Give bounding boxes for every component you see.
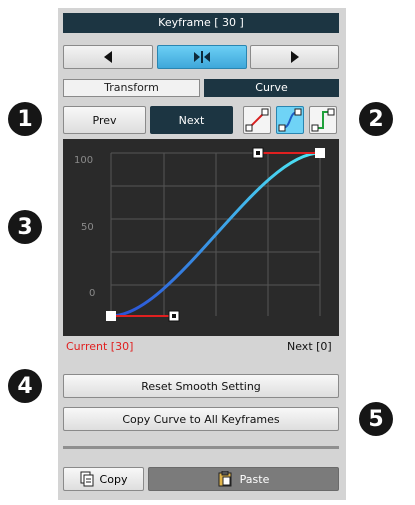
reset-smooth-button[interactable]: Reset Smooth Setting [63,374,339,398]
copy-label: Copy [99,472,128,486]
next-button[interactable]: Next [150,106,233,134]
linear-curve-button[interactable] [243,106,271,134]
y-tick-100: 100 [74,155,93,166]
start-keyframe-point[interactable] [106,311,116,321]
copy-icon [80,471,94,487]
divider [63,446,339,449]
panel-title: Keyframe [ 30 ] [63,13,339,33]
curve-graph-canvas: 100 50 0 [74,147,325,322]
annotation-badge-2: 2 [359,102,393,136]
start-handle[interactable] [168,310,180,322]
triangle-left-icon [104,51,112,63]
y-tick-0: 0 [89,288,95,299]
annotation-badge-5: 5 [359,402,393,436]
annotation-badge-3: 3 [8,210,42,244]
y-tick-50: 50 [81,222,94,233]
next-keyframe-button[interactable] [250,45,339,69]
end-handle[interactable] [252,147,264,159]
copy-button[interactable]: Copy [63,467,144,491]
smooth-curve-icon [278,108,302,132]
linear-curve-icon [245,108,269,132]
curve-graph[interactable]: 100 50 0 [63,139,339,336]
smooth-curve-button[interactable] [276,106,304,134]
copy-curve-button[interactable]: Copy Curve to All Keyframes [63,407,339,431]
center-keyframe-button[interactable] [157,45,247,69]
prev-button[interactable]: Prev [63,106,146,134]
triangle-right-icon [290,51,299,63]
annotation-badge-1: 1 [8,102,42,136]
paste-icon [218,471,232,487]
current-frame-label: Current [30] [66,340,134,353]
end-keyframe-point[interactable] [315,148,325,158]
keyframe-mirror-icon [194,51,210,63]
prev-keyframe-button[interactable] [63,45,153,69]
tab-transform[interactable]: Transform [63,79,200,97]
paste-label: Paste [239,472,270,486]
step-curve-icon [311,108,335,132]
next-frame-label: Next [0] [287,340,332,353]
step-curve-button[interactable] [309,106,337,134]
paste-button[interactable]: Paste [148,467,339,491]
tab-curve[interactable]: Curve [204,79,339,97]
annotation-badge-4: 4 [8,369,42,403]
